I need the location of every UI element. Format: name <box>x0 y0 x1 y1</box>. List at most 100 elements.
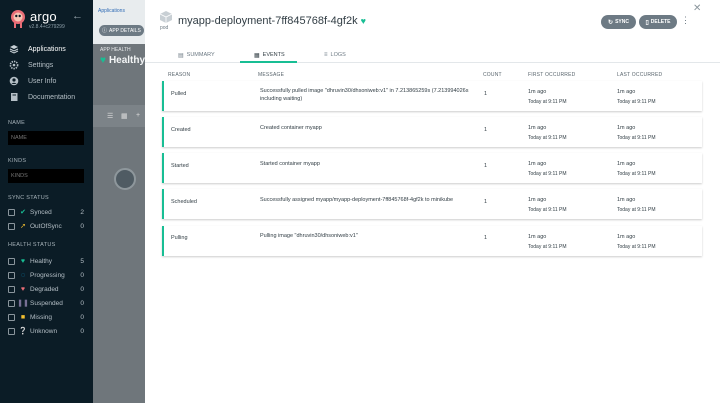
event-message: Pulling image "dhruvin30/dhsoniweb:v1" <box>260 233 358 239</box>
checkbox[interactable] <box>8 208 15 216</box>
heart-icon: ♥ <box>100 55 106 66</box>
nav-label: Settings <box>28 61 54 69</box>
plus-icon[interactable]: + <box>136 112 140 119</box>
filter-missing[interactable]: ■ Missing 0 <box>8 312 84 322</box>
button-label: SYNC <box>615 19 629 25</box>
filter-label: Progressing <box>30 271 65 279</box>
sync-button[interactable]: ↻ SYNC <box>601 15 636 29</box>
filter-suspended[interactable]: ❚❚ Suspended 0 <box>8 298 84 308</box>
layers-icon <box>9 45 19 54</box>
resource-kind-label: pod <box>160 25 169 31</box>
event-message: Successfully pulled image "dhruvin30/dhs… <box>260 88 469 103</box>
filter-count: 0 <box>80 327 84 335</box>
event-last-occurred: 1m ago <box>617 161 636 167</box>
filter-outofsync[interactable]: ➚ OutOfSync 0 <box>8 221 84 231</box>
breadcrumb[interactable]: Applications <box>98 8 125 14</box>
column-header-first-occurred: FIRST OCCURRED <box>528 72 576 78</box>
nav-label: Documentation <box>28 93 76 101</box>
event-first-occurred-date: Today at 9:11 PM <box>528 171 567 177</box>
filter-label: Synced <box>30 208 52 216</box>
nav-applications[interactable]: Applications <box>9 42 66 56</box>
user-icon <box>9 76 19 86</box>
kinds-filter-input[interactable] <box>8 169 84 183</box>
event-first-occurred: 1m ago <box>528 197 547 203</box>
close-icon[interactable]: ✕ <box>693 3 701 14</box>
event-last-occurred: 1m ago <box>617 234 636 240</box>
resource-node-icon[interactable] <box>114 168 136 190</box>
health-status-heading: HEALTH STATUS <box>8 242 56 248</box>
filter-count: 0 <box>80 271 84 279</box>
event-last-occurred: 1m ago <box>617 197 636 203</box>
nav-documentation[interactable]: Documentation <box>9 90 75 104</box>
nav-settings[interactable]: Settings <box>9 58 53 72</box>
event-last-occurred: 1m ago <box>617 89 636 95</box>
nav-label: User Info <box>28 77 57 85</box>
gear-icon <box>9 60 19 70</box>
filter-count: 0 <box>80 313 84 321</box>
event-last-occurred: 1m ago <box>617 125 636 131</box>
event-count: 1 <box>484 91 488 97</box>
column-header-reason: REASON <box>168 72 191 78</box>
trash-icon: ▯ <box>645 19 649 26</box>
more-options-icon[interactable]: ⋮ <box>681 15 690 26</box>
spinner-icon: ◌ <box>20 271 26 279</box>
filter-label: OutOfSync <box>30 222 62 230</box>
event-reason: Pulled <box>171 91 187 97</box>
filter-label: Unknown <box>30 327 58 335</box>
event-reason: Created <box>171 127 191 133</box>
list-view-icon[interactable]: ☰ <box>107 112 113 120</box>
filter-progressing[interactable]: ◌ Progressing 0 <box>8 270 84 280</box>
event-count: 1 <box>484 199 488 205</box>
tab-logs[interactable]: ≡ LOGS <box>324 48 346 62</box>
event-reason: Pulling <box>171 235 188 241</box>
checkbox[interactable] <box>8 271 15 279</box>
event-last-occurred-date: Today at 9:11 PM <box>617 244 656 250</box>
event-first-occurred-date: Today at 9:11 PM <box>528 135 567 141</box>
event-first-occurred: 1m ago <box>528 89 547 95</box>
filter-degraded[interactable]: ♥ Degraded 0 <box>8 284 84 294</box>
event-last-occurred-date: Today at 9:11 PM <box>617 171 656 177</box>
delete-button[interactable]: ▯ DELETE <box>639 15 677 29</box>
book-icon <box>11 93 18 101</box>
checkbox[interactable] <box>8 313 15 321</box>
app-details-button[interactable]: ⓘ APP DETAILS <box>99 25 144 36</box>
filter-healthy[interactable]: ♥ Healthy 5 <box>8 256 84 266</box>
nav-user-info[interactable]: User Info <box>9 74 56 88</box>
checkbox[interactable] <box>8 285 15 293</box>
filter-label: Degraded <box>30 285 59 293</box>
event-first-occurred: 1m ago <box>528 161 547 167</box>
tab-label: SUMMARY <box>186 52 215 58</box>
active-tab-indicator <box>240 61 297 63</box>
argo-logo <box>11 10 25 28</box>
column-header-count: COUNT <box>483 72 502 78</box>
event-count: 1 <box>484 235 488 241</box>
kinds-filter-heading: KINDS <box>8 158 27 164</box>
title-text: myapp-deployment-7ff845768f-4gf2k <box>178 15 358 27</box>
name-filter-input[interactable] <box>8 131 84 145</box>
lines-icon: ≡ <box>324 52 328 58</box>
filter-synced[interactable]: ✔ Synced 2 <box>8 207 84 217</box>
event-first-occurred-date: Today at 9:11 PM <box>528 244 567 250</box>
filter-count: 2 <box>80 208 84 216</box>
collapse-sidebar-icon[interactable]: ← <box>72 10 83 22</box>
checkbox[interactable] <box>8 222 15 230</box>
page-title: myapp-deployment-7ff845768f-4gf2k ♥ <box>178 15 366 27</box>
tab-bar <box>145 44 720 63</box>
broken-heart-icon: ♥ <box>20 285 26 293</box>
filter-count: 0 <box>80 222 84 230</box>
name-filter-heading: NAME <box>8 120 26 126</box>
tree-view-icon[interactable]: ▦ <box>121 112 128 120</box>
heart-icon: ♥ <box>360 16 366 26</box>
button-label: APP DETAILS <box>109 27 141 34</box>
tab-events[interactable]: ▦ EVENTS <box>254 48 285 62</box>
filter-unknown[interactable]: ❔ Unknown 0 <box>8 326 84 336</box>
event-first-occurred: 1m ago <box>528 125 547 131</box>
info-icon: ⓘ <box>102 28 108 34</box>
checkbox[interactable] <box>8 257 15 265</box>
filter-label: Suspended <box>30 299 63 307</box>
tab-summary[interactable]: ▤ SUMMARY <box>178 48 215 62</box>
filter-label: Healthy <box>30 257 53 265</box>
checkbox[interactable] <box>8 327 15 335</box>
checkbox[interactable] <box>8 299 15 307</box>
sidebar: argo v2.8.4+c279299 ← Applications Setti… <box>0 0 93 403</box>
